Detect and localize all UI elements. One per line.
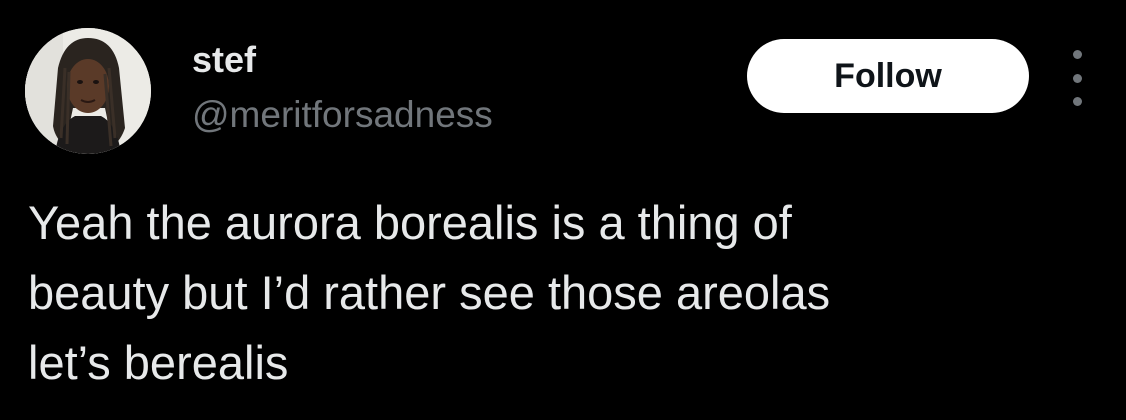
avatar-image (25, 28, 151, 154)
tweet-text-line: Yeah the aurora borealis is a thing of (28, 196, 792, 249)
follow-button[interactable]: Follow (747, 39, 1029, 113)
author-display-name[interactable]: stef (192, 38, 256, 82)
tweet-card: stef @meritforsadness Follow Yeah the au… (0, 0, 1126, 420)
more-options-icon[interactable] (1062, 50, 1092, 106)
tweet-text: Yeah the aurora borealis is a thing of b… (28, 188, 1088, 398)
more-dot (1072, 73, 1082, 83)
tweet-text-line: let’s berealis (28, 336, 289, 389)
author-handle[interactable]: @meritforsadness (192, 92, 493, 138)
more-dot (1072, 97, 1082, 106)
tweet-text-line: beauty but I’d rather see those areolas (28, 266, 831, 319)
more-dot (1072, 50, 1082, 59)
author-avatar[interactable] (25, 28, 151, 154)
